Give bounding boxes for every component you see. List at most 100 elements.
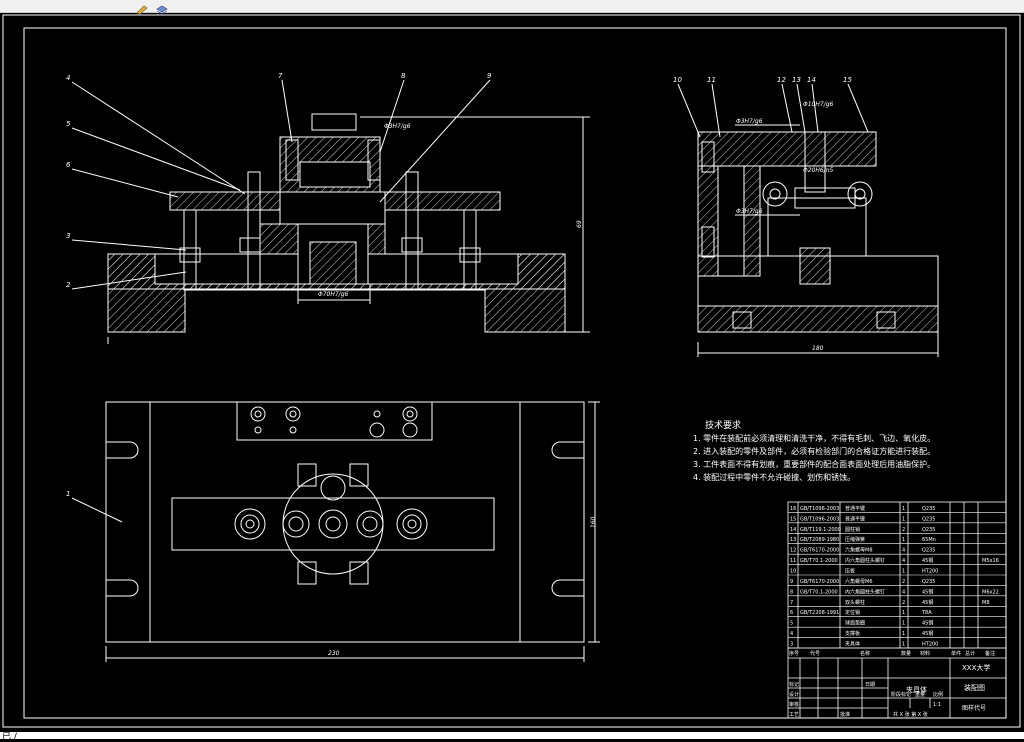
bom-header-total: 总计 xyxy=(965,650,975,657)
bom-header-unit: 单件 xyxy=(951,650,961,657)
tech-req-title: 技术要求 xyxy=(705,419,741,431)
label-marks: 标记 xyxy=(789,681,799,688)
callout-13: 13 xyxy=(792,76,801,84)
bom-cell-code: GB/T6170-2000 xyxy=(800,548,839,554)
bom-cell-qty: 1 xyxy=(902,610,905,616)
tech-requirements: 技术要求 1. 零件在装配前必须清理和清洗干净，不得有毛刺、飞边、氧化皮。 2.… xyxy=(693,419,935,482)
bom-cell-no: 15 xyxy=(790,516,796,522)
bom-cell-no: 13 xyxy=(790,537,796,543)
bom-cell-mat: Q235 xyxy=(922,579,935,585)
front-view xyxy=(71,79,590,344)
callout-14: 14 xyxy=(807,76,816,84)
side-fit-3: Φ20H6/n5 xyxy=(803,167,834,174)
label-weight: 重量 xyxy=(915,691,925,698)
assembly-label: 装配图 xyxy=(964,683,985,692)
school-name: XXX大学 xyxy=(962,663,990,672)
bom-header-qty: 数量 xyxy=(901,650,911,657)
bom-header-code: 代号 xyxy=(810,650,820,657)
bom-cell-qty: 2 xyxy=(902,579,905,585)
label-ratio: 比例 xyxy=(933,691,943,698)
fit-top: Φ3H7/g6 xyxy=(384,123,411,130)
scale-value: 1:1 xyxy=(933,702,941,708)
bom-cell-name: 定位销 xyxy=(845,609,860,616)
callout-11: 11 xyxy=(707,76,716,84)
bom-cell-name: 支撑板 xyxy=(845,630,860,637)
bom-cell-qty: 2 xyxy=(902,527,905,533)
bom-cell-name: 六角螺母M8 xyxy=(845,547,873,554)
sheet-info: 共 X 张 第 X 张 xyxy=(893,711,928,718)
bom-header-name: 名称 xyxy=(860,650,870,657)
bom-cell-code: GB/T2089-1980 xyxy=(800,537,839,543)
label-design: 设计 xyxy=(789,691,799,698)
bom-cell-no: 16 xyxy=(790,506,796,512)
bom-cell-name: 普通平键 xyxy=(845,505,865,512)
label-process: 工艺 xyxy=(789,712,799,718)
bom-header: 序号 代号 名称 数量 材料 单件 总计 备注 xyxy=(789,650,995,657)
callout-4: 4 xyxy=(66,74,70,82)
bom-cell-qty: 1 xyxy=(902,569,905,575)
bom-cell-name: 内六角圆柱头螺钉 xyxy=(845,588,885,595)
dim-height: 69 xyxy=(576,220,583,228)
bom-cell-no: 7 xyxy=(790,600,793,606)
bom-cell-code: GB/T70.1-2000 xyxy=(800,589,838,595)
callout-6: 6 xyxy=(66,161,71,169)
status-text: 已 / xyxy=(2,732,17,742)
bom-header-no: 序号 xyxy=(789,650,799,657)
bom-cell-mat: Q235 xyxy=(922,527,935,533)
bom-cell-qty: 1 xyxy=(902,516,905,522)
bom-cell-no: 6 xyxy=(790,610,793,616)
bom-cell-qty: 1 xyxy=(902,621,905,627)
bom-cell-qty: 4 xyxy=(902,589,905,595)
outer-frame xyxy=(2,14,1021,728)
bom-cell-qty: 1 xyxy=(902,506,905,512)
bom-cell-name: 内六角圆柱头螺钉 xyxy=(845,557,885,564)
callout-8: 8 xyxy=(401,72,406,80)
label-date: 日期 xyxy=(865,682,875,688)
bom-cell-mat: 45钢 xyxy=(922,599,933,606)
bom-cell-name: 圆柱销 xyxy=(845,526,860,533)
callout-5: 5 xyxy=(66,120,71,128)
tech-req-line-4: 4. 装配过程中零件不允许碰撞、划伤和锈蚀。 xyxy=(693,472,855,482)
bom-cell-qty: 4 xyxy=(902,558,905,564)
bom-cell-no: 12 xyxy=(790,548,796,554)
side-fit-2: Φ10H7/g6 xyxy=(803,101,834,108)
bom-cell-mat: HT200 xyxy=(922,569,938,575)
bom-cell-no: 14 xyxy=(790,527,796,533)
callout-7: 7 xyxy=(278,72,283,80)
bom-cell-mat: HT200 xyxy=(922,642,938,648)
bom-cell-mat: T8A xyxy=(921,610,932,616)
side-fit-4: Φ3H7/g6 xyxy=(736,208,763,215)
label-review: 审核 xyxy=(789,701,799,708)
top-dim-width: 230 xyxy=(328,650,340,657)
edit-icon[interactable] xyxy=(135,0,149,15)
bom-cell-note: M6x22 xyxy=(982,589,999,595)
bom-header-mat: 材料 xyxy=(920,650,930,657)
bom-cell-no: 11 xyxy=(790,558,796,564)
bom-cell-mat: 45钢 xyxy=(922,557,933,564)
bom-cell-qty: 1 xyxy=(902,631,905,637)
bom-cell-name: 压缩弹簧 xyxy=(845,536,865,543)
bom-cell-no: 3 xyxy=(790,642,793,648)
cad-drawing[interactable]: 4 5 6 7 8 9 3 2 Φ3H7/g6 Φ70H7/g6 69 10 1… xyxy=(0,12,1024,732)
bom-cell-name: 双头螺柱 xyxy=(845,599,865,606)
bom-cell-no: 4 xyxy=(790,631,793,637)
bom-cell-mat: 65Mn xyxy=(922,537,936,543)
tech-req-line-3: 3. 工件表面不得有划痕，重要部件的配合面表面处理后用油脂保护。 xyxy=(693,459,935,469)
bom-cell-note: M5x16 xyxy=(982,558,999,564)
label-approve: 批准 xyxy=(840,711,850,718)
bom-cell-name: 夹具体 xyxy=(845,641,860,648)
bom-header-note: 备注 xyxy=(985,650,995,657)
bom-cell-qty: 2 xyxy=(902,600,905,606)
label-stage: 阶段标记 xyxy=(891,691,911,698)
callout-9: 9 xyxy=(487,72,492,80)
bom-cell-name: 球面垫圈 xyxy=(845,620,865,627)
bom-cell-code: GB/T119.1-2000 xyxy=(800,527,841,533)
drawing-no: 图样代号 xyxy=(962,704,986,712)
bom-cell-qty: 1 xyxy=(902,642,905,648)
bom-cell-qty: 1 xyxy=(902,537,905,543)
layers-icon[interactable] xyxy=(155,0,169,15)
bom-cell-name: 普通平键 xyxy=(845,515,865,522)
top-view xyxy=(71,401,600,662)
bom-cell-note: M8 xyxy=(982,600,990,606)
callout-2: 2 xyxy=(66,281,71,289)
